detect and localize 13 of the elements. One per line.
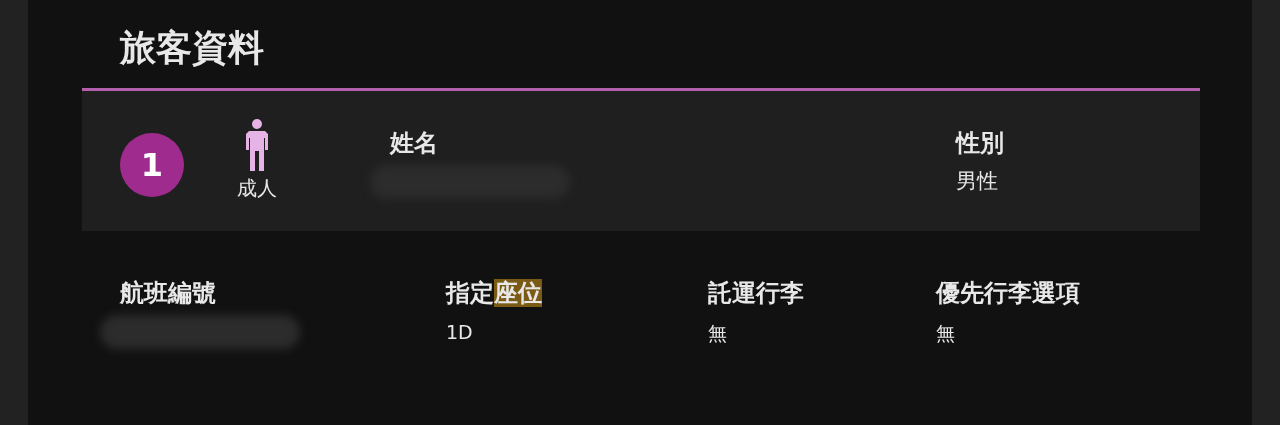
- field-value: 1D: [446, 321, 474, 343]
- passenger-number: 1: [120, 133, 184, 197]
- field-value: 無: [708, 321, 728, 346]
- field-label: 姓名: [390, 128, 439, 159]
- passenger-type: 成人: [237, 175, 277, 202]
- field-label: 優先行李選項: [936, 278, 1081, 309]
- field-value: 無: [936, 321, 956, 346]
- field-label: 指定座位: [446, 278, 543, 309]
- field-value: 男性: [956, 168, 999, 195]
- field-label: 託運行李: [708, 278, 805, 309]
- person-icon: [245, 119, 269, 171]
- field-label: 航班編號: [120, 278, 217, 309]
- field-label: 性別: [956, 128, 1004, 159]
